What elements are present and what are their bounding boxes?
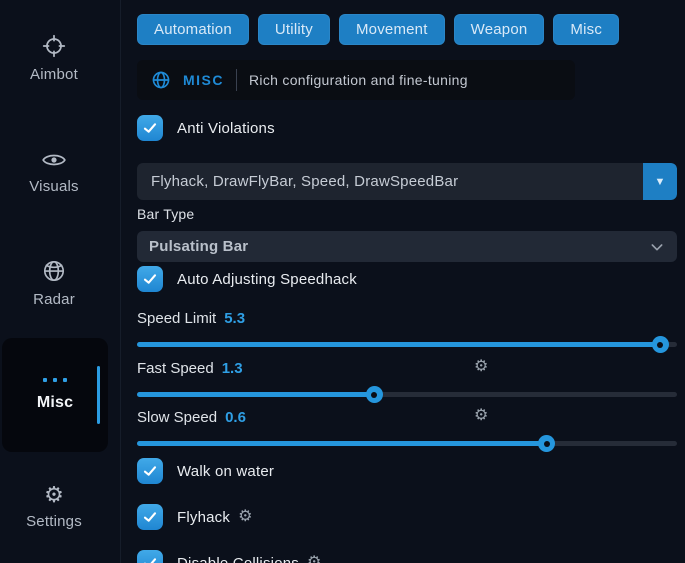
tab-movement[interactable]: Movement [339,14,445,45]
checkbox-walk-on-water[interactable]: Walk on water [137,458,274,484]
slider-label: Speed Limit [137,310,216,327]
slider-fill [137,342,661,347]
gear-icon[interactable]: ⚙ [474,359,488,375]
sidebar-item-label: Visuals [29,178,78,195]
checkbox-disable-collisions[interactable]: Disable Collisions ⚙ [137,550,322,563]
checkbox-flyhack[interactable]: Flyhack ⚙ [137,504,253,530]
checkbox-label: Anti Violations [177,120,275,137]
slider-value: 1.3 [222,360,243,377]
slider-head: Speed Limit 5.3 [137,308,677,328]
section-header: MISC Rich configuration and fine-tuning [137,60,575,100]
chevron-down-icon [649,239,665,255]
slider-fill [137,392,375,397]
slider-label: Slow Speed [137,409,217,426]
gear-icon[interactable]: ⚙ [238,509,253,525]
bar-type-value: Pulsating Bar [149,238,248,255]
slider-slow-speed: Slow Speed 0.6 ⚙ [137,407,677,446]
gear-icon[interactable]: ⚙ [474,408,488,424]
checkbox-label-text: Disable Collisions [177,555,299,563]
bar-type-label: Bar Type [137,206,194,222]
section-subtitle: Rich configuration and fine-tuning [249,72,468,88]
tab-misc[interactable]: Misc [553,14,619,45]
bar-type-dropdown[interactable]: Pulsating Bar [137,231,677,262]
gear-icon[interactable]: ⚙ [307,555,322,563]
tab-automation[interactable]: Automation [137,14,249,45]
selected-indicator-bar [97,366,100,424]
checkbox-auto-adjusting-speedhack[interactable]: Auto Adjusting Speedhack [137,266,357,292]
checkbox-label: Disable Collisions ⚙ [177,555,322,563]
section-title: MISC [183,72,224,88]
triangle-down-icon: ▼ [655,176,666,188]
sidebar-item-label: Misc [37,394,73,412]
slider-fast-speed: Fast Speed 1.3 ⚙ [137,358,677,397]
slider-speed-limit: Speed Limit 5.3 [137,308,677,347]
checkbox-anti-violations[interactable]: Anti Violations [137,115,275,141]
checked-checkbox-icon[interactable] [137,115,163,141]
slider-value: 0.6 [225,409,246,426]
slider-track[interactable] [137,342,677,347]
slider-handle[interactable] [366,386,383,403]
checkbox-label: Auto Adjusting Speedhack [177,271,357,288]
divider [236,69,237,91]
gear-icon: ⚙ [44,484,64,506]
slider-value: 5.3 [224,310,245,327]
eye-icon [41,149,67,171]
slider-track[interactable] [137,392,677,397]
slider-handle[interactable] [538,435,555,452]
checked-checkbox-icon[interactable] [137,458,163,484]
checkbox-label: Walk on water [177,463,274,480]
globe-icon [41,258,67,284]
multiselect-dropdown-button[interactable]: ▼ [643,163,677,200]
tab-weapon[interactable]: Weapon [454,14,545,45]
feature-multiselect[interactable]: Flyhack, DrawFlyBar, Speed, DrawSpeedBar… [137,163,677,200]
sidebar: Aimbot Visuals Radar Misc ⚙ Settings [0,0,121,563]
checkbox-label: Flyhack ⚙ [177,509,253,526]
feature-multiselect-value: Flyhack, DrawFlyBar, Speed, DrawSpeedBar [137,173,643,190]
category-tabs: Automation Utility Movement Weapon Misc [137,14,619,45]
sidebar-item-visuals[interactable]: Visuals [0,149,108,195]
slider-track[interactable] [137,441,677,446]
tab-utility[interactable]: Utility [258,14,330,45]
slider-handle[interactable] [652,336,669,353]
checked-checkbox-icon[interactable] [137,266,163,292]
slider-head: Fast Speed 1.3 ⚙ [137,358,677,378]
sidebar-item-label: Settings [26,513,82,530]
checked-checkbox-icon[interactable] [137,550,163,563]
globe-icon [151,70,171,90]
checked-checkbox-icon[interactable] [137,504,163,530]
ellipsis-icon [43,378,67,382]
sidebar-item-settings[interactable]: ⚙ Settings [0,484,108,530]
sidebar-item-radar[interactable]: Radar [0,258,108,308]
sidebar-item-aimbot[interactable]: Aimbot [0,33,108,83]
sidebar-item-label: Radar [33,291,75,308]
sidebar-item-misc[interactable]: Misc [2,338,108,452]
slider-head: Slow Speed 0.6 ⚙ [137,407,677,427]
checkbox-label-text: Flyhack [177,509,230,526]
main-panel: Automation Utility Movement Weapon Misc … [137,0,677,563]
slider-fill [137,441,547,446]
slider-label: Fast Speed [137,360,214,377]
sidebar-item-label: Aimbot [30,66,78,83]
crosshair-icon [41,33,67,59]
